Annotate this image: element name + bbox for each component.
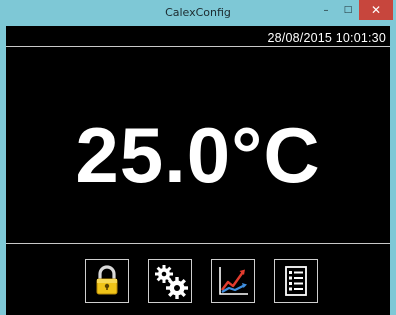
top-divider (6, 46, 390, 47)
lock-icon (96, 265, 118, 295)
bottom-divider (6, 243, 390, 244)
settings-button[interactable] (148, 259, 192, 303)
list-icon (285, 266, 307, 296)
gears-icon (155, 265, 188, 299)
app-window: CalexConfig – □ ✕ 28/08/2015 10:01:30 25… (0, 0, 396, 315)
trend-chart-icon (219, 267, 248, 295)
minimize-icon: – (323, 4, 329, 16)
toolbar (6, 259, 390, 303)
log-list-button[interactable] (274, 259, 318, 303)
maximize-button[interactable]: □ (337, 0, 359, 20)
trend-chart-button[interactable] (211, 259, 255, 303)
datetime-readout: 28/08/2015 10:01:30 (267, 31, 386, 45)
close-icon: ✕ (370, 3, 382, 17)
main-display: 28/08/2015 10:01:30 25.0°C (6, 26, 390, 315)
maximize-icon: □ (343, 5, 353, 15)
close-button[interactable]: ✕ (359, 0, 393, 20)
temperature-readout: 25.0°C (75, 111, 321, 199)
title-bar[interactable]: CalexConfig – □ ✕ (0, 0, 396, 26)
lock-button[interactable] (85, 259, 129, 303)
minimize-button[interactable]: – (315, 0, 337, 20)
